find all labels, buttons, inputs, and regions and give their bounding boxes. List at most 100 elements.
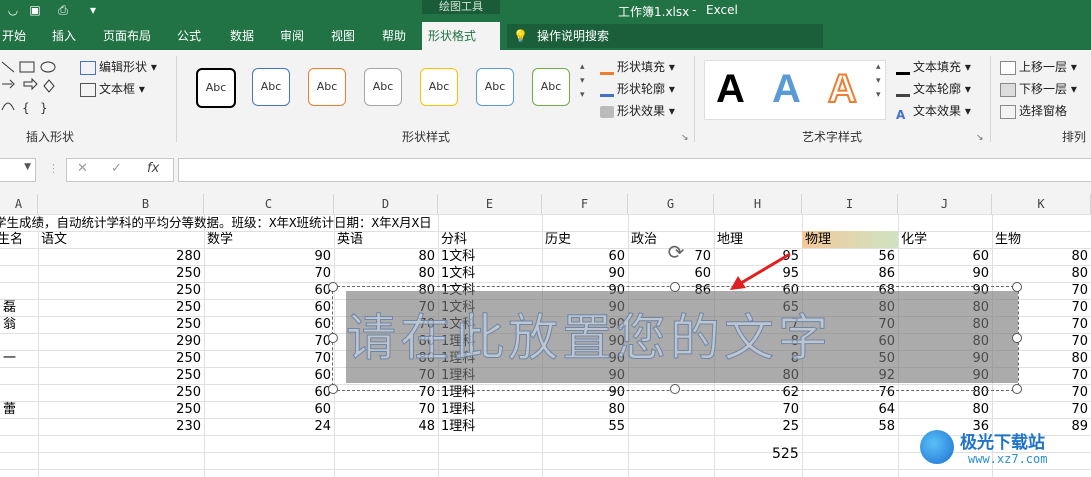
style-preset-5[interactable]: Abc xyxy=(420,68,458,106)
table-cell[interactable]: 55 xyxy=(542,418,628,435)
bring-forward-button[interactable]: 上移一层 ▾ xyxy=(1000,58,1077,76)
resize-handle[interactable] xyxy=(1012,333,1022,343)
column-header-e[interactable]: E xyxy=(438,194,542,214)
textbox-button[interactable]: 文本框 ▾ xyxy=(80,80,145,98)
column-header-a[interactable]: A xyxy=(0,194,38,214)
table-cell[interactable]: 64 xyxy=(802,401,898,418)
column-header-c[interactable]: C xyxy=(204,194,334,214)
table-cell[interactable]: 70 xyxy=(334,401,438,418)
shape-fill-button[interactable]: 形状填充 ▾ xyxy=(600,58,675,76)
tab-shape-format[interactable]: 形状格式 xyxy=(422,22,500,50)
rotate-handle-icon[interactable]: ⟳ xyxy=(664,240,688,264)
table-cell[interactable]: 70 xyxy=(204,350,334,367)
autosave-icon[interactable]: ◡ xyxy=(6,3,20,17)
column-header-d[interactable]: D xyxy=(334,194,438,214)
enter-icon[interactable]: ✓ xyxy=(111,161,122,176)
tell-me-search[interactable]: 💡 操作说明搜索 xyxy=(507,24,823,48)
tab-help[interactable]: 帮助 xyxy=(376,22,412,50)
style-preset-7[interactable]: Abc xyxy=(532,68,570,106)
table-cell[interactable]: 80 xyxy=(898,401,992,418)
table-cell[interactable] xyxy=(0,265,38,282)
table-cell[interactable]: 1理科 xyxy=(438,401,542,418)
print-preview-icon[interactable]: ⎙ xyxy=(56,3,70,17)
dialog-launcher-icon[interactable]: ↘ xyxy=(681,133,689,143)
table-cell[interactable] xyxy=(0,333,38,350)
header-cell[interactable]: 地理 xyxy=(714,231,802,248)
header-cell[interactable]: 历史 xyxy=(542,231,628,248)
send-backward-button[interactable]: 下移一层 ▾ xyxy=(1000,80,1077,98)
table-cell[interactable]: 58 xyxy=(802,418,898,435)
table-cell[interactable]: 60 xyxy=(204,282,334,299)
save-icon[interactable]: ▣ xyxy=(28,3,42,17)
table-cell[interactable]: 60 xyxy=(204,367,334,384)
resize-handle[interactable] xyxy=(328,282,338,292)
resize-handle[interactable] xyxy=(328,333,338,343)
table-cell[interactable] xyxy=(628,401,714,418)
shape-outline-button[interactable]: 形状轮廓 ▾ xyxy=(600,80,675,98)
column-header-h[interactable]: H xyxy=(714,194,802,214)
text-outline-button[interactable]: 文本轮廓 ▾ xyxy=(896,80,971,98)
table-cell[interactable]: 86 xyxy=(802,265,898,282)
wordart-preset-blue[interactable]: A xyxy=(772,66,801,112)
table-cell[interactable]: 70 xyxy=(204,333,334,350)
title-cell[interactable]: 学生成绩，自动统计学科的平均分等数据。班级：X年X班统计日期：X年X月X日 xyxy=(0,214,694,231)
table-cell[interactable]: 250 xyxy=(38,401,204,418)
table-cell[interactable] xyxy=(628,418,714,435)
table-cell[interactable]: 80 xyxy=(334,248,438,265)
name-box-dropdown-icon[interactable]: ▼ xyxy=(24,162,31,172)
table-cell[interactable]: 250 xyxy=(38,299,204,316)
table-cell[interactable]: 蕾 xyxy=(0,401,38,418)
shape-effects-button[interactable]: 形状效果 ▾ xyxy=(600,102,675,120)
header-cell[interactable]: 语文 xyxy=(38,231,204,248)
wordart-gallery-scroll[interactable]: ▴ ▾ ▾ xyxy=(876,60,881,102)
table-cell[interactable]: 24 xyxy=(204,418,334,435)
tab-page-layout[interactable]: 页面布局 xyxy=(97,22,157,50)
style-preset-4[interactable]: Abc xyxy=(364,68,402,106)
total-cell[interactable]: 525 xyxy=(714,443,802,465)
style-gallery-scroll[interactable]: ▴ ▾ ▾ xyxy=(580,60,585,102)
table-cell[interactable]: 250 xyxy=(38,316,204,333)
table-cell[interactable]: 280 xyxy=(38,248,204,265)
table-cell[interactable]: 1理科 xyxy=(438,418,542,435)
table-cell[interactable]: 56 xyxy=(802,248,898,265)
table-cell[interactable]: 250 xyxy=(38,367,204,384)
insert-function-icon[interactable]: fx xyxy=(147,161,159,176)
header-cell[interactable]: 生名 xyxy=(0,231,32,248)
table-cell[interactable] xyxy=(0,418,38,435)
edit-shape-button[interactable]: 编辑形状 ▾ xyxy=(80,58,157,76)
table-cell[interactable]: 60 xyxy=(898,248,992,265)
tab-home[interactable]: 开始 xyxy=(0,22,32,50)
table-cell[interactable]: 60 xyxy=(204,384,334,401)
splitter-handle[interactable]: ⋮ xyxy=(48,162,59,175)
style-preset-3[interactable]: Abc xyxy=(308,68,346,106)
table-cell[interactable]: 80 xyxy=(992,265,1091,282)
wordart-preset-black[interactable]: A xyxy=(716,66,745,112)
table-cell[interactable]: 70 xyxy=(714,401,802,418)
table-cell[interactable]: 230 xyxy=(38,418,204,435)
style-preset-1[interactable]: Abc xyxy=(196,68,236,108)
table-cell[interactable]: 250 xyxy=(38,350,204,367)
cancel-icon[interactable]: ✕ xyxy=(77,161,88,176)
table-cell[interactable]: 一 xyxy=(0,350,38,367)
header-cell[interactable]: 英语 xyxy=(334,231,438,248)
header-cell[interactable]: 化学 xyxy=(898,231,992,248)
tab-data[interactable]: 数据 xyxy=(224,22,260,50)
table-cell[interactable] xyxy=(0,384,38,401)
resize-handle[interactable] xyxy=(670,384,680,394)
resize-handle[interactable] xyxy=(670,282,680,292)
column-header-i[interactable]: I xyxy=(802,194,898,214)
style-preset-6[interactable]: Abc xyxy=(476,68,514,106)
header-cell[interactable]: 生物 xyxy=(992,231,1091,248)
table-cell[interactable]: 250 xyxy=(38,282,204,299)
table-cell[interactable] xyxy=(0,367,38,384)
table-cell[interactable]: 翁 xyxy=(0,316,38,333)
table-cell[interactable]: 48 xyxy=(334,418,438,435)
text-effects-button[interactable]: A 文本效果 ▾ xyxy=(896,102,971,122)
table-cell[interactable]: 25 xyxy=(714,418,802,435)
dialog-launcher-icon[interactable]: ↘ xyxy=(976,133,984,143)
column-header-g[interactable]: G xyxy=(628,194,714,214)
customize-toolbar-icon[interactable]: ▾ xyxy=(86,3,100,17)
column-header-j[interactable]: J xyxy=(898,194,992,214)
table-cell[interactable]: 80 xyxy=(334,265,438,282)
table-cell[interactable] xyxy=(0,282,38,299)
